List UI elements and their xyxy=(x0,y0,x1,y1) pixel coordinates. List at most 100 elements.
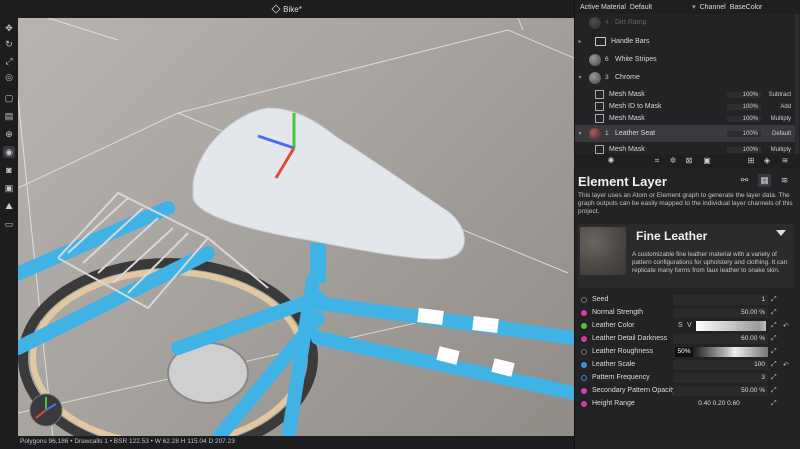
isolate-icon[interactable]: ▣ xyxy=(3,182,15,194)
pin-icon[interactable]: ⤢ xyxy=(771,374,777,382)
connector-icon xyxy=(581,296,587,303)
properties-icon[interactable]: ▦ xyxy=(758,174,771,187)
layer-name: Dirt Ramp xyxy=(615,19,647,26)
pin-icon[interactable]: ⤢ xyxy=(771,322,777,330)
layer-leather-seat[interactable]: ▾ 1 Leather Seat 100% Default xyxy=(575,125,795,142)
leather-scale-field[interactable]: 100 xyxy=(673,359,768,370)
property-normal-strength[interactable]: Normal Strength 50.00 % ⤢ xyxy=(578,306,798,319)
stack-icon[interactable]: ≋ xyxy=(780,156,790,166)
channel-label: Channel xyxy=(699,3,726,11)
roughness-gradient-slider[interactable] xyxy=(694,346,768,357)
layer-chrome[interactable]: ▾ 3 Chrome xyxy=(575,69,795,86)
camera-icon[interactable]: ◙ xyxy=(3,164,15,176)
layer-scrollbar[interactable] xyxy=(795,14,799,157)
clipboard-icon[interactable]: ▢ xyxy=(3,92,15,104)
graph-icon[interactable]: ⚯ xyxy=(738,174,751,187)
image-icon[interactable]: ▣ xyxy=(702,156,712,166)
normal-strength-field[interactable]: 50.00 % xyxy=(673,307,768,318)
preset-description: A customizable fine leather material wit… xyxy=(632,251,788,274)
height-range-fields[interactable]: 0.40 0.20 0.60 xyxy=(673,398,768,409)
connector-icon xyxy=(581,387,587,394)
rear-wheel xyxy=(18,258,318,438)
layer-actions-row: ✺ ⌗ ✲ ⊠ ▣ ⊞ ◈ ≋ xyxy=(574,154,800,168)
pin-icon[interactable]: ⤢ xyxy=(771,400,777,408)
filter-icon[interactable]: ⊠ xyxy=(684,156,694,166)
pattern-frequency-field[interactable]: 3 xyxy=(673,372,768,383)
layer-thumbnail xyxy=(589,16,601,29)
left-toolbar: ✥ ↻ ⤢ ◎ ▢ ▤ ⊕ ◉ ◙ ▣ ⛰ ▭ xyxy=(0,18,18,438)
paste-icon[interactable]: ▤ xyxy=(3,110,15,122)
new-folder-icon[interactable]: ⊞ xyxy=(746,156,756,166)
layer-name: Chrome xyxy=(615,74,640,81)
collapse-arrow-icon[interactable]: ▾ xyxy=(575,130,585,137)
pin-icon[interactable]: ⤢ xyxy=(771,348,777,356)
property-leather-color[interactable]: Leather Color S V ⤢ ↶ xyxy=(578,319,798,332)
value-toggle[interactable]: V xyxy=(687,322,692,329)
scene-stats: Polygons 96,186 • Drawcalls 1 • BSR 122.… xyxy=(20,438,235,445)
layer-name: White Stripes xyxy=(615,56,657,63)
element-layer-title: Element Layer xyxy=(578,174,667,189)
seed-field[interactable]: 1 xyxy=(673,294,768,305)
secondary-opacity-field[interactable]: 50.00 % xyxy=(673,385,768,396)
preset-name[interactable]: Fine Leather xyxy=(636,229,707,243)
property-seed[interactable]: Seed 1 ⤢ xyxy=(578,293,798,306)
globe-icon[interactable]: ◎ xyxy=(3,71,15,83)
scene-cube-icon xyxy=(271,4,281,14)
chevron-down-icon[interactable] xyxy=(776,230,786,236)
pin-icon[interactable]: ⤢ xyxy=(771,361,777,369)
terrain-icon[interactable]: ⛰ xyxy=(3,200,15,212)
property-secondary-pattern-opacity[interactable]: Secondary Pattern Opacity 50.00 % ⤢ xyxy=(578,384,798,397)
layer-name: Leather Seat xyxy=(615,130,656,137)
active-material-label: Active Material xyxy=(580,3,626,11)
preset-thumbnail xyxy=(580,227,626,275)
monitor-icon[interactable]: ▭ xyxy=(3,218,15,230)
light-icon[interactable]: ✺ xyxy=(606,156,616,166)
property-height-range[interactable]: Height Range 0.40 0.20 0.60 ⤢ xyxy=(578,397,798,410)
reset-icon[interactable]: ↶ xyxy=(783,361,789,369)
active-material-dropdown[interactable]: Default xyxy=(630,4,652,11)
target-icon[interactable]: ⊕ xyxy=(3,128,15,140)
reset-icon[interactable]: ↶ xyxy=(783,322,789,330)
crop-icon[interactable]: ⌗ xyxy=(652,156,662,166)
pin-icon[interactable]: ⤢ xyxy=(771,387,777,395)
layers-icon[interactable]: ≋ xyxy=(778,174,791,187)
property-pattern-frequency[interactable]: Pattern Frequency 3 ⤢ xyxy=(578,371,798,384)
expand-arrow-icon[interactable]: ▸ xyxy=(575,38,585,45)
color-gradient-slider[interactable] xyxy=(696,320,766,331)
channel-dropdown[interactable]: BaseColor xyxy=(730,4,763,11)
saturation-toggle[interactable]: S xyxy=(678,322,683,329)
active-material-bar: Active Material Default ▾ Channel BaseCo… xyxy=(575,0,800,14)
collapse-arrow-icon[interactable]: ▾ xyxy=(575,74,585,81)
view-orientation-widget[interactable] xyxy=(29,393,63,427)
chevron-down-icon[interactable]: ▾ xyxy=(692,3,696,11)
layer-handle-bars[interactable]: ▸ Handle Bars xyxy=(575,33,795,50)
pin-icon[interactable]: ⤢ xyxy=(771,335,777,343)
scene-render xyxy=(18,18,574,438)
connector-icon xyxy=(581,374,587,381)
connector-icon xyxy=(581,322,587,329)
document-title: Bike* xyxy=(283,4,302,14)
layer-white-stripes[interactable]: 6 White Stripes xyxy=(575,51,795,68)
layer-dirt-ramp[interactable]: 4 Dirt Ramp xyxy=(575,14,795,31)
pin-icon[interactable]: ⤢ xyxy=(771,309,777,317)
atom-icon[interactable]: ✲ xyxy=(668,156,678,166)
element-layer-description: This layer uses an Atom or Element graph… xyxy=(578,192,793,215)
add-layer-icon[interactable]: ◈ xyxy=(762,156,772,166)
leather-seat xyxy=(192,107,465,260)
pin-icon[interactable]: ⤢ xyxy=(771,296,777,304)
property-leather-detail-darkness[interactable]: Leather Detail Darkness 60.00 % ⤢ xyxy=(578,332,798,345)
detail-darkness-field[interactable]: 60.00 % xyxy=(673,333,768,344)
roughness-value[interactable]: 50% xyxy=(675,346,693,357)
layer-thumbnail xyxy=(589,71,601,84)
rotate-tool-icon[interactable]: ↻ xyxy=(3,38,15,50)
material-preview-icon[interactable]: ◉ xyxy=(3,146,15,158)
folder-icon xyxy=(595,37,606,46)
move-tool-icon[interactable]: ✥ xyxy=(3,22,15,34)
seat-post xyxy=(310,243,326,283)
property-leather-scale[interactable]: Leather Scale 100 ⤢ ↶ xyxy=(578,358,798,371)
connector-icon xyxy=(581,309,587,316)
3d-viewport[interactable] xyxy=(18,18,574,438)
property-leather-roughness[interactable]: Leather Roughness 50% ⤢ xyxy=(578,345,798,358)
mesh-mask-icon xyxy=(595,145,604,154)
scale-tool-icon[interactable]: ⤢ xyxy=(3,55,15,67)
